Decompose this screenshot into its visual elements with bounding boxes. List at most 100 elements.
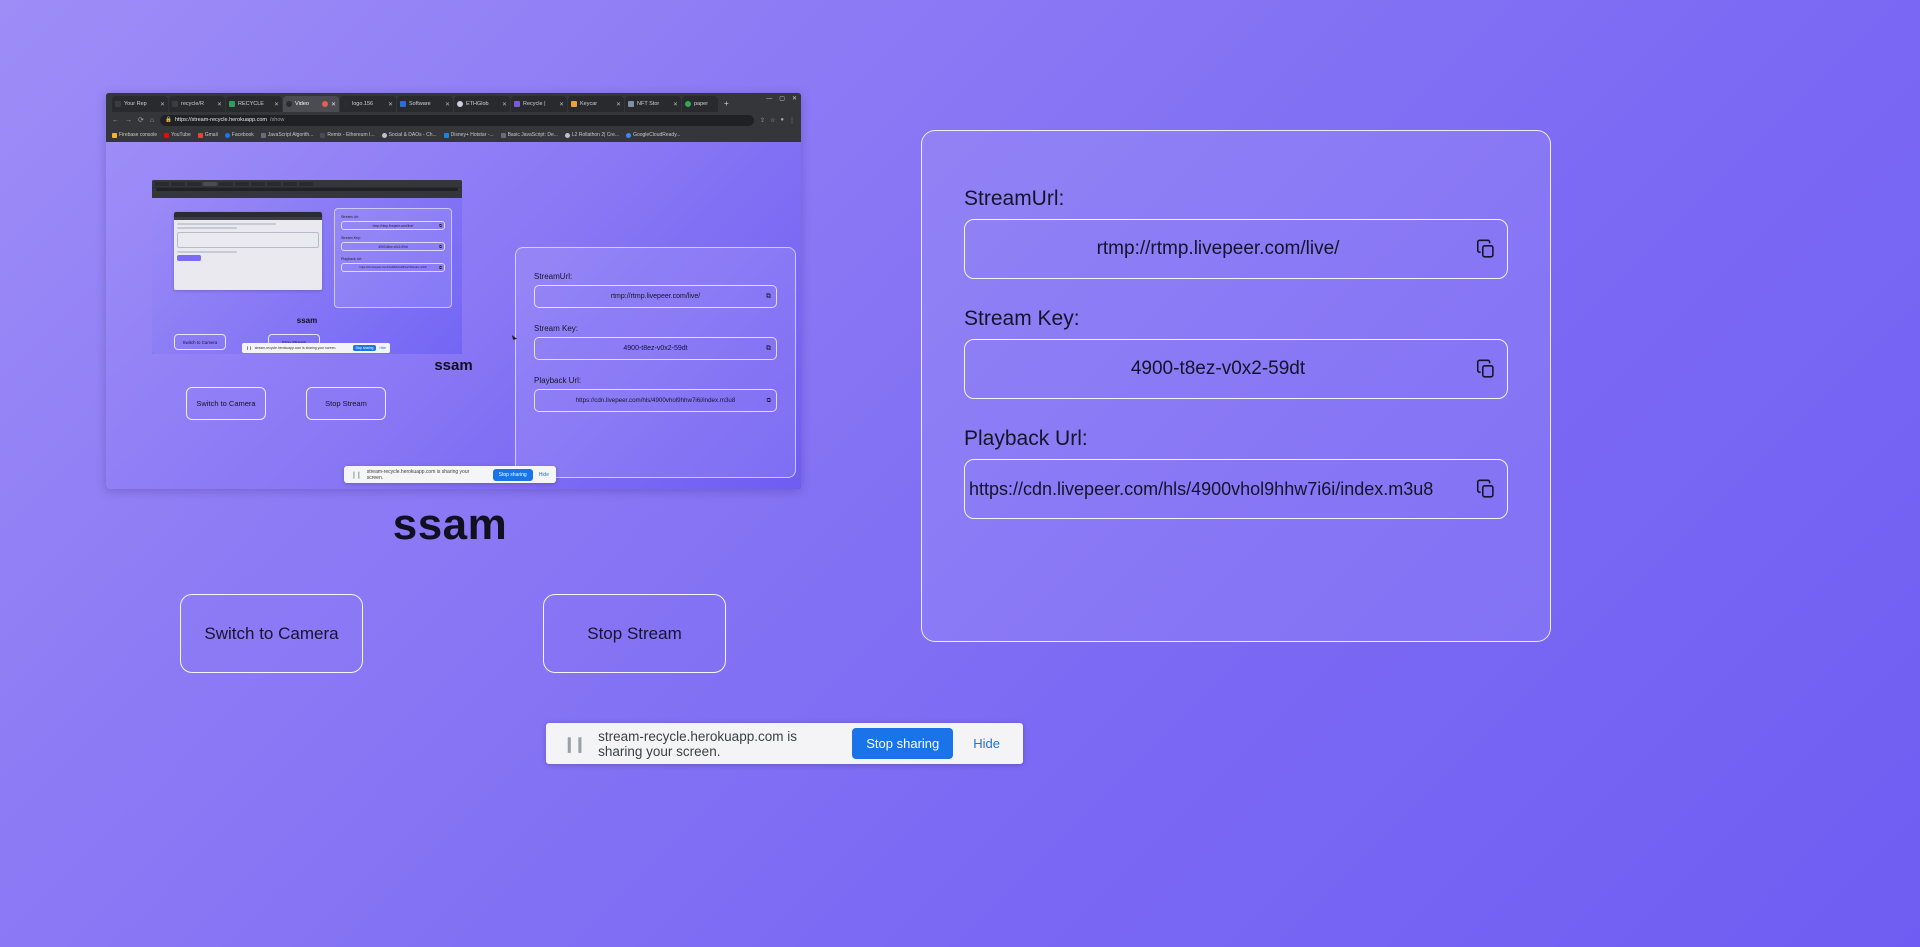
tab-close-icon[interactable]: ✕ [673, 101, 678, 108]
captured-page-buttons: Switch to Camera Stop Stream [186, 387, 386, 420]
playback-url-field[interactable]: https://cdn.livepeer.com/hls/4900vhol9hh… [964, 459, 1508, 519]
browser-tab[interactable]: recycle/R ✕ [169, 96, 225, 112]
bookmark-favicon-icon [112, 132, 117, 138]
browser-tab[interactable]: Keycar ✕ [568, 96, 624, 112]
tab-favicon-icon [571, 101, 577, 107]
bookmark-item[interactable]: GoogleCloudReady... [626, 132, 681, 138]
close-icon[interactable]: ✕ [792, 95, 797, 102]
bookmark-label: JavaScript Algorith... [267, 132, 314, 138]
copy-icon[interactable]: ⧉ [766, 293, 771, 301]
stream-key-field[interactable]: 4900-t8ez-v0x2-59dt [964, 339, 1508, 399]
home-icon[interactable]: ⌂ [150, 117, 154, 124]
nested-playback-url-field[interactable]: https://cdn.livepeer.com/hls/4900vhol9hh… [341, 263, 445, 272]
lock-icon: 🔒 [165, 117, 172, 123]
copy-icon[interactable]: ⧉ [439, 244, 442, 249]
copy-icon[interactable]: ⧉ [439, 265, 442, 270]
browser-tab[interactable]: Your Rep ✕ [112, 96, 168, 112]
stop-sharing-button[interactable]: Stop sharing [852, 728, 954, 759]
address-bar[interactable]: 🔒 https://stream-recycle.herokuapp.com/s… [160, 114, 754, 126]
page-title: ssam [392, 500, 508, 549]
captured-playback-url-field[interactable]: https://cdn.livepeer.com/hls/4900vhol9hh… [534, 389, 777, 412]
captured-stream-url-field[interactable]: rtmp://rtmp.livepeer.com/live/ ⧉ [534, 285, 777, 308]
captured-hide-button[interactable]: Hide [539, 472, 549, 478]
copy-icon[interactable] [1475, 478, 1497, 500]
bookmark-item[interactable]: YouTube [164, 132, 191, 138]
browser-tab[interactable]: Software ✕ [397, 96, 453, 112]
browser-tab[interactable]: paper [682, 96, 718, 112]
bookmark-item[interactable]: Firebase console [112, 132, 157, 138]
more-menu-icon[interactable]: ⋮ [789, 117, 795, 124]
copy-icon[interactable] [1475, 238, 1497, 260]
stream-info-card: StreamUrl: rtmp://rtmp.livepeer.com/live… [921, 130, 1551, 642]
bookmark-item[interactable]: Remix - Ethereum I... [320, 132, 375, 138]
nested-hide-button[interactable]: Hide [379, 346, 386, 350]
tab-favicon-icon [172, 101, 178, 107]
switch-to-camera-button[interactable]: Switch to Camera [180, 594, 363, 673]
bookmark-item[interactable]: Gmail [197, 132, 218, 138]
bookmark-label: Social & DAOs - Ch... [388, 132, 437, 138]
tab-close-icon[interactable]: ✕ [388, 101, 393, 108]
share-icon[interactable]: ⇪ [760, 117, 765, 124]
tab-close-icon[interactable]: ✕ [160, 101, 165, 108]
back-arrow-icon[interactable]: ← [112, 117, 119, 124]
browser-tab-active[interactable]: Video ✕ [283, 96, 339, 112]
forward-arrow-icon[interactable]: → [125, 117, 132, 124]
tab-close-icon[interactable]: ✕ [274, 101, 279, 108]
screen-share-video-preview[interactable]: Your Rep ✕ recycle/R ✕ RECYCLE ✕ Video ✕ [106, 93, 801, 489]
star-icon[interactable]: ☆ [770, 117, 775, 124]
tab-title: paper [694, 101, 709, 107]
captured-stop-sharing-button[interactable]: Stop sharing [492, 468, 533, 481]
browser-toolbar: ← → ⟳ ⌂ 🔒 https://stream-recycle.herokua… [106, 112, 801, 128]
captured-stream-url-label: StreamUrl: [534, 272, 573, 281]
captured-share-message: stream-recycle.herokuapp.com is sharing … [366, 468, 470, 481]
nested-tab [171, 181, 185, 186]
copy-icon[interactable]: ⧉ [439, 223, 442, 228]
nested-stream-key-field[interactable]: 4900-t8ez-v0x2-59dt ⧉ [341, 242, 445, 251]
tab-close-icon[interactable]: ✕ [502, 101, 507, 108]
reload-icon[interactable]: ⟳ [138, 116, 144, 124]
tab-close-icon[interactable]: ✕ [445, 101, 450, 108]
nested-stop-sharing-button[interactable]: Stop sharing [352, 345, 377, 351]
nested-stream-url-field[interactable]: rtmp://rtmp.livepeer.com/live/ ⧉ [341, 221, 445, 230]
nested-switch-to-camera-button[interactable]: Switch to Camera [174, 334, 226, 350]
hide-button[interactable]: Hide [967, 732, 1006, 755]
bookmark-item[interactable]: Disney+ Hotstar -... [443, 132, 494, 138]
nested-tab [267, 181, 281, 186]
sharing-message: stream-recycle.herokuapp.com is sharing … [598, 728, 797, 759]
tab-favicon-icon [457, 101, 463, 107]
browser-tab[interactable]: Recycle | ✕ [511, 96, 567, 112]
minimize-icon[interactable]: — [766, 96, 772, 102]
browser-tab[interactable]: ETHGlob ✕ [454, 96, 510, 112]
bookmark-item[interactable]: Facebook [224, 132, 254, 138]
url-host: https://stream-recycle.herokuapp.com [174, 117, 267, 123]
bookmark-item[interactable]: JavaScript Algorith... [260, 132, 314, 138]
copy-icon[interactable]: ⧉ [766, 345, 771, 353]
bookmark-item[interactable]: Social & DAOs - Ch... [381, 132, 437, 138]
pause-icon: ❙❙ [563, 735, 586, 753]
nested-tab [299, 181, 313, 186]
tab-close-icon[interactable]: ✕ [217, 101, 222, 108]
captured-stop-stream-button[interactable]: Stop Stream [306, 387, 386, 420]
playback-url-label: Playback Url: [964, 427, 1088, 450]
bookmark-item[interactable]: Basic JavaScript: De... [500, 132, 558, 138]
copy-icon[interactable] [1475, 358, 1497, 380]
nested-share-infobar: ❙❙ stream-recycle.herokuapp.com is shari… [242, 343, 390, 353]
new-tab-button[interactable]: + [719, 96, 734, 112]
bookmark-item[interactable]: L2 Rollathon 2| Cre... [564, 132, 619, 138]
tab-close-icon[interactable]: ✕ [559, 101, 564, 108]
browser-tab[interactable]: logo.156 ✕ [340, 96, 396, 112]
maximize-icon[interactable]: ▢ [779, 95, 785, 102]
stream-url-field[interactable]: rtmp://rtmp.livepeer.com/live/ [964, 219, 1508, 279]
tab-recording-indicator-icon [321, 101, 328, 107]
browser-tab[interactable]: RECYCLE ✕ [226, 96, 282, 112]
captured-switch-to-camera-button[interactable]: Switch to Camera [186, 387, 266, 420]
nested-screen-share-preview: Stream Url: rtmp://rtmp.livepeer.com/liv… [152, 180, 462, 354]
browser-tab[interactable]: NFT Stor ✕ [625, 96, 681, 112]
nested-browser-tab-strip [152, 180, 462, 187]
tab-close-icon[interactable]: ✕ [331, 101, 336, 108]
bookmark-favicon-icon [626, 132, 632, 138]
copy-icon[interactable]: ⧉ [767, 397, 771, 405]
stop-stream-button[interactable]: Stop Stream [543, 594, 726, 673]
profile-avatar[interactable]: ● [780, 117, 784, 124]
tab-close-icon[interactable]: ✕ [616, 101, 621, 108]
